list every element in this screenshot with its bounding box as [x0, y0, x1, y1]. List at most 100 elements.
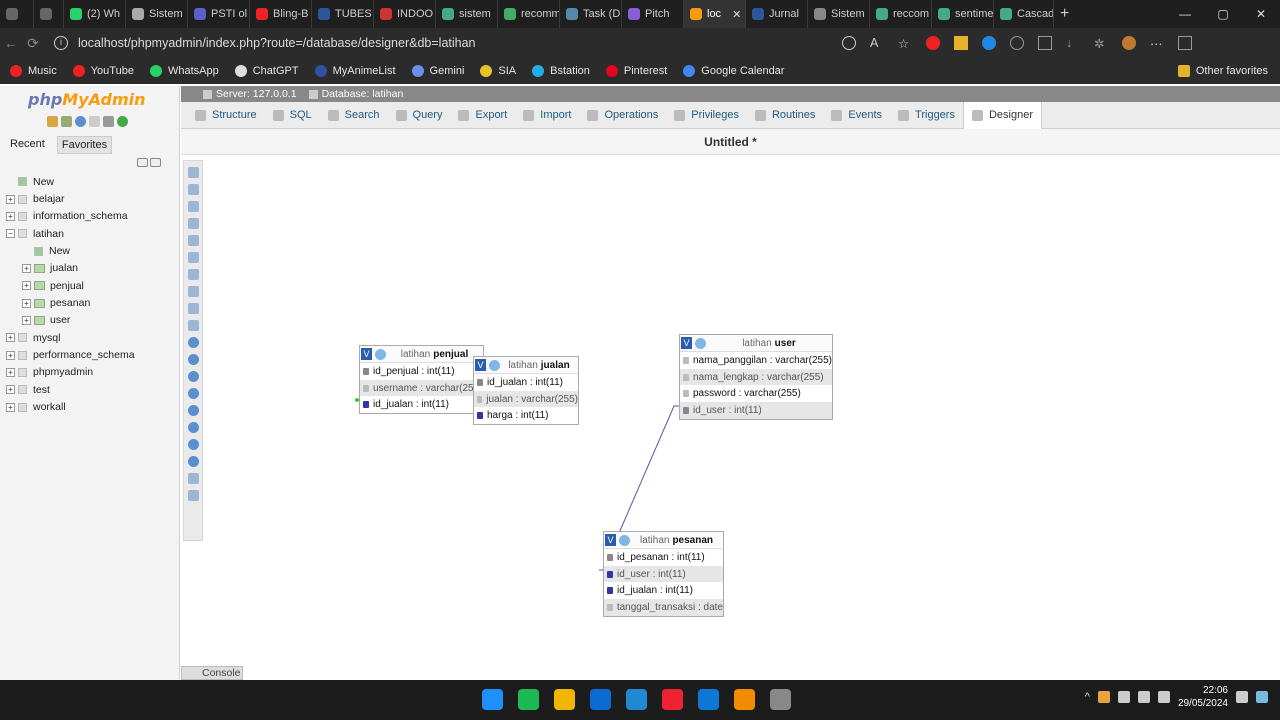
- file-explorer-icon[interactable]: [554, 689, 575, 710]
- phpmyadmin-logo[interactable]: phpMyAdmin: [28, 90, 146, 109]
- browser-tab[interactable]: Sistem: [126, 0, 188, 28]
- bookmark-item[interactable]: Google Calendar: [683, 65, 784, 77]
- battery-icon[interactable]: [1157, 691, 1170, 703]
- expand-icon[interactable]: +: [6, 333, 15, 343]
- designer-table-user[interactable]: Vlatihan user nama_panggilan : varchar(255…: [679, 334, 833, 420]
- other-favorites[interactable]: Other favorites: [1177, 65, 1280, 77]
- logout-icon[interactable]: [61, 116, 72, 127]
- table-column[interactable]: id_jualan : int(11): [474, 374, 578, 391]
- refresh-extension-icon[interactable]: [1010, 36, 1024, 50]
- table-column[interactable]: tanggal_transaksi : date: [604, 599, 723, 616]
- table-header[interactable]: Vlatihan penjual: [360, 346, 483, 363]
- browser-tab[interactable]: sistem: [436, 0, 498, 28]
- table-header[interactable]: Vlatihan user: [680, 335, 832, 352]
- expand-icon[interactable]: +: [6, 211, 15, 221]
- snipping-icon[interactable]: [698, 689, 719, 710]
- table-header[interactable]: Vlatihan pesanan: [604, 532, 723, 549]
- table-column[interactable]: password : varchar(255): [680, 385, 832, 402]
- browser-tab[interactable]: [0, 0, 34, 28]
- browser-tab[interactable]: sentime: [932, 0, 994, 28]
- profile-avatar-icon[interactable]: [1122, 36, 1136, 50]
- tree-database-item[interactable]: + workall: [6, 398, 135, 415]
- table-column[interactable]: username : varchar(255): [360, 379, 483, 397]
- vscode-icon[interactable]: [626, 689, 647, 710]
- browser-tab[interactable]: Sistem: [808, 0, 870, 28]
- tree-table-item[interactable]: + jualan: [6, 260, 135, 277]
- tree-table-item[interactable]: + pesanan: [6, 294, 135, 311]
- collapse-all-icon[interactable]: [137, 158, 148, 167]
- figma-icon[interactable]: [662, 689, 683, 710]
- table-column[interactable]: harga : int(11): [474, 407, 578, 424]
- browser-tab[interactable]: Pitch: [622, 0, 684, 28]
- settings-icon[interactable]: [103, 116, 114, 127]
- split-screen-icon[interactable]: [1038, 36, 1052, 50]
- close-window-icon[interactable]: ✕: [1242, 7, 1280, 21]
- browser-tab[interactable]: reccom: [870, 0, 932, 28]
- bookmark-item[interactable]: ChatGPT: [234, 65, 299, 77]
- extension-red-icon[interactable]: [926, 36, 940, 50]
- table-column[interactable]: nama_panggilan : varchar(255): [680, 352, 832, 369]
- help-icon[interactable]: [75, 116, 86, 127]
- table-column[interactable]: id_penjual : int(11): [360, 363, 483, 380]
- expand-icon[interactable]: +: [22, 281, 31, 291]
- copilot-icon[interactable]: [1256, 691, 1268, 703]
- table-options-icon[interactable]: [695, 337, 706, 349]
- browser-tab[interactable]: Bling-B: [250, 0, 312, 28]
- table-column[interactable]: nama_lengkap : varchar(255): [680, 368, 832, 386]
- designer-table-pesanan[interactable]: Vlatihan pesanan id_pesanan : int(11) id_us…: [603, 531, 724, 617]
- bookmark-item[interactable]: Bstation: [532, 65, 590, 77]
- tree-table-item[interactable]: + penjual: [6, 277, 135, 294]
- reload-nav-icon[interactable]: [117, 116, 128, 127]
- tree-table-item[interactable]: + user: [6, 312, 135, 329]
- tree-new-item[interactable]: New: [6, 173, 135, 190]
- read-aloud-icon[interactable]: A: [870, 36, 884, 50]
- table-column[interactable]: id_jualan : int(11): [604, 582, 723, 599]
- bookmark-item[interactable]: MyAnimeList: [314, 65, 396, 77]
- toggle-columns-icon[interactable]: V: [361, 348, 372, 360]
- tab-favorites[interactable]: Favorites: [56, 136, 113, 154]
- tree-database-item[interactable]: + test: [6, 381, 135, 398]
- close-tab-icon[interactable]: ✕: [732, 8, 741, 21]
- tree-new-item[interactable]: New: [6, 242, 135, 259]
- expand-icon[interactable]: +: [22, 315, 31, 325]
- console-toggle[interactable]: Console: [181, 666, 243, 680]
- table-options-icon[interactable]: [375, 348, 386, 360]
- browser-tab[interactable]: INDOO: [374, 0, 436, 28]
- browser-tab[interactable]: recomm: [498, 0, 560, 28]
- toggle-columns-icon[interactable]: V: [605, 534, 616, 546]
- table-column[interactable]: id_jualan : int(11): [360, 396, 483, 413]
- expand-icon[interactable]: +: [22, 298, 31, 308]
- table-column[interactable]: jualan : varchar(255): [474, 390, 578, 408]
- tree-database-item[interactable]: + belajar: [6, 190, 135, 207]
- table-column[interactable]: id_user : int(11): [604, 565, 723, 583]
- extensions-icon[interactable]: ✲: [1094, 36, 1108, 51]
- link-with-main-icon[interactable]: [150, 158, 161, 167]
- app-icon[interactable]: [770, 689, 791, 710]
- clock[interactable]: 22:06 29/05/2024: [1178, 684, 1228, 710]
- table-column[interactable]: id_user : int(11): [680, 402, 832, 419]
- tab-recent[interactable]: Recent: [6, 136, 49, 154]
- browser-tab[interactable]: PSTI ol: [188, 0, 250, 28]
- designer-table-jualan[interactable]: Vlatihan jualan id_jualan : int(11) jualan …: [473, 356, 579, 426]
- minimize-icon[interactable]: —: [1166, 7, 1204, 21]
- reload-icon[interactable]: ⟳: [22, 35, 44, 52]
- expand-icon[interactable]: +: [6, 194, 15, 204]
- expand-icon[interactable]: +: [6, 402, 15, 412]
- table-options-icon[interactable]: [619, 534, 630, 546]
- bookmark-item[interactable]: YouTube: [72, 65, 134, 77]
- menu-dots-icon[interactable]: ⋯: [1150, 36, 1164, 51]
- zoom-icon[interactable]: [842, 36, 856, 50]
- browser-tab[interactable]: Task (D: [560, 0, 622, 28]
- designer-table-penjual[interactable]: Vlatihan penjual id_penjual : int(11) usern…: [359, 345, 484, 415]
- table-header[interactable]: Vlatihan jualan: [474, 357, 578, 374]
- collapse-icon[interactable]: −: [6, 229, 15, 239]
- volume-icon[interactable]: [1137, 691, 1150, 703]
- site-info-icon[interactable]: i: [54, 36, 68, 50]
- tray-overflow-icon[interactable]: ^: [1085, 691, 1090, 703]
- table-options-icon[interactable]: [489, 359, 500, 371]
- home-icon[interactable]: [47, 116, 58, 127]
- toggle-columns-icon[interactable]: V: [681, 337, 692, 349]
- bookmark-item[interactable]: SIA: [480, 65, 516, 77]
- xampp-icon[interactable]: [734, 689, 755, 710]
- wifi-icon[interactable]: [1117, 691, 1130, 703]
